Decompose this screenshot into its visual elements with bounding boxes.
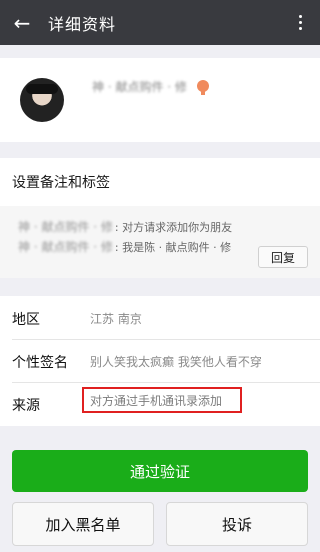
request-message-1: 神 · 献点购件 · 修: 对方请求添加你为朋友 bbox=[18, 218, 232, 235]
more-options-button[interactable] bbox=[288, 0, 312, 45]
page-title: 详细资料 bbox=[48, 14, 117, 34]
top-bar: ← 详细资料 bbox=[0, 0, 320, 45]
profile-name: 神 · 献点购件 · 修 bbox=[92, 79, 187, 94]
report-button[interactable]: 投诉 bbox=[166, 502, 308, 546]
female-gender-icon bbox=[196, 80, 209, 95]
back-button[interactable]: ← bbox=[0, 0, 44, 45]
request-text-2: : 我是陈 · 献点购件 · 修 bbox=[114, 241, 232, 254]
profile-name-row: 神 · 献点购件 · 修 bbox=[92, 78, 209, 95]
region-value: 江苏 南京 bbox=[90, 312, 142, 326]
region-row: 地区 江苏 南京 bbox=[0, 296, 320, 339]
request-sender-2: 神 · 献点购件 · 修 bbox=[18, 240, 113, 254]
info-section: 地区 江苏 南京 个性签名 别人笑我太疯癫 我笑他人看不穿 来源 对方通过手机通… bbox=[0, 296, 320, 426]
request-message-2: 神 · 献点购件 · 修: 我是陈 · 献点购件 · 修 bbox=[18, 238, 231, 255]
request-text-1: : 对方请求添加你为朋友 bbox=[114, 221, 233, 234]
signature-label: 个性签名 bbox=[12, 355, 68, 371]
region-label: 地区 bbox=[12, 312, 40, 328]
request-sender-1: 神 · 献点购件 · 修 bbox=[18, 220, 113, 234]
avatar[interactable] bbox=[20, 78, 64, 122]
source-row: 来源 对方通过手机通讯录添加 bbox=[0, 382, 320, 425]
profile-card[interactable]: 神 · 献点购件 · 修 bbox=[0, 58, 320, 142]
more-vertical-icon bbox=[298, 15, 302, 30]
source-value-highlight: 对方通过手机通讯录添加 bbox=[82, 387, 242, 413]
source-label: 来源 bbox=[12, 398, 40, 414]
reply-button[interactable]: 回复 bbox=[258, 246, 308, 268]
add-to-blacklist-button[interactable]: 加入黑名单 bbox=[12, 502, 154, 546]
signature-row: 个性签名 别人笑我太疯癫 我笑他人看不穿 bbox=[0, 339, 320, 382]
signature-value: 别人笑我太疯癫 我笑他人看不穿 bbox=[90, 355, 262, 369]
remark-tags-link[interactable]: 设置备注和标签 bbox=[12, 172, 110, 192]
arrow-left-icon: ← bbox=[13, 10, 31, 35]
remark-section: 设置备注和标签 神 · 献点购件 · 修: 对方请求添加你为朋友 神 · 献点购… bbox=[0, 158, 320, 278]
approve-verification-button[interactable]: 通过验证 bbox=[12, 450, 308, 492]
